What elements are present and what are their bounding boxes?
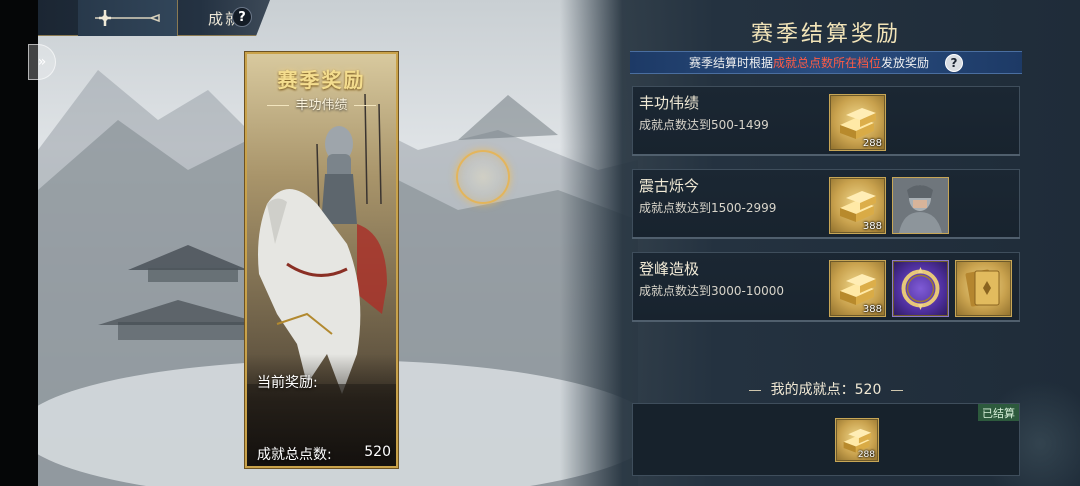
tier-row-2: 震古烁今 成就点数达到1500-2999 388: [632, 169, 1020, 239]
info-highlight: 成就总点数所在档位: [772, 56, 881, 70]
item-quantity: 288: [862, 138, 882, 149]
avatar-frame-icon: [901, 267, 940, 310]
card-pack-icon: [965, 269, 1000, 307]
tier-row-1: 丰功伟绩 成就点数达到500-1499 288: [632, 86, 1020, 156]
knight-portrait-icon: [893, 178, 948, 233]
tier-row-3: 登峰造极 成就点数达到3000-10000 388: [632, 252, 1020, 322]
gold-bars-item[interactable]: 388: [829, 177, 886, 234]
settled-badge: 已结算: [978, 404, 1019, 421]
tier-name: 震古烁今: [639, 177, 700, 195]
gold-bars-item[interactable]: 388: [829, 260, 886, 317]
total-points-row: 成就总点数: 520: [257, 444, 391, 464]
info-bar: 赛季结算时根据 成就总点数所在档位 发放奖励 ?: [630, 51, 1022, 74]
total-points-label: 成就总点数:: [257, 447, 332, 463]
tier-desc: 成就点数达到1500-2999: [639, 201, 777, 215]
card-title: 赛季奖励: [277, 68, 366, 92]
settled-gold-bars-item[interactable]: 288: [835, 418, 879, 462]
season-reward-card: 赛季奖励 丰功伟绩 当前奖励: 成就总点数: 520: [245, 52, 398, 468]
tier-desc: 成就点数达到500-1499: [639, 118, 769, 132]
total-points-value: 520: [364, 444, 391, 460]
item-quantity: 388: [862, 221, 882, 232]
my-points-header: 我的成就点：520: [630, 379, 1022, 399]
item-quantity: 288: [857, 450, 875, 460]
gold-bars-item[interactable]: 288: [829, 94, 886, 151]
panel-title: 赛季结算奖励: [750, 22, 901, 47]
card-pack-item[interactable]: [955, 260, 1012, 317]
tier-items: 288: [829, 94, 886, 151]
card-subtitle: 丰功伟绩: [247, 94, 396, 113]
tier-name: 登峰造极: [639, 260, 700, 278]
tier-items: 388: [829, 260, 1012, 317]
tier-name: 丰功伟绩: [639, 94, 700, 112]
glowing-ring-icon: [456, 150, 510, 204]
divider: [748, 389, 761, 391]
item-quantity: 388: [862, 304, 882, 315]
sword-emblem-icon: [94, 10, 160, 26]
divider: [891, 389, 904, 391]
info-suffix: 发放奖励: [881, 56, 930, 70]
help-icon[interactable]: ?: [232, 7, 252, 27]
info-prefix: 赛季结算时根据: [688, 56, 773, 70]
info-help-icon[interactable]: ?: [945, 53, 964, 72]
knight-portrait-item[interactable]: [892, 177, 949, 234]
settled-reward-box: 已结算 288: [632, 403, 1020, 476]
current-reward-label: 当前奖励:: [257, 375, 318, 391]
nav-emblem[interactable]: [78, 0, 178, 36]
my-points-text: 我的成就点：520: [770, 382, 882, 398]
tier-items: 388: [829, 177, 949, 234]
tier-desc: 成就点数达到3000-10000: [639, 284, 785, 298]
avatar-frame-item[interactable]: [892, 260, 949, 317]
